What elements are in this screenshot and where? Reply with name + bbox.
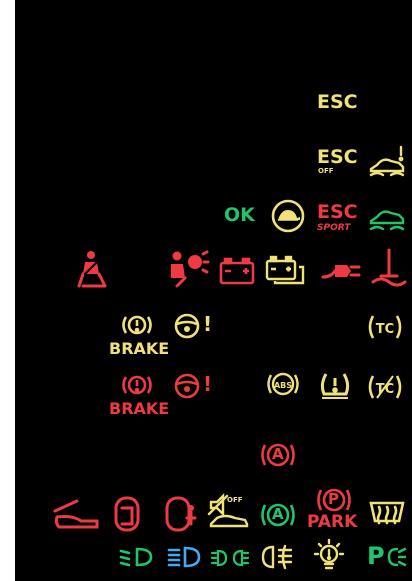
- steering-wheel-icon-yellow: [173, 311, 203, 341]
- svg-text:ABS: ABS: [274, 381, 292, 390]
- auto-hold-label-red: A: [272, 445, 284, 463]
- brake-circle-icon-red: [122, 372, 152, 398]
- high-beam-icon: [167, 545, 201, 569]
- warning-lights-panel: ESC ESC OFF OK ESC SPORT BRAKE ! TC BRAK…: [15, 0, 412, 581]
- hood-open-icon: [53, 497, 101, 531]
- parking-light-p-label: P: [367, 542, 385, 570]
- turtle-icon: [269, 198, 307, 234]
- start-stop-off-label: OFF: [227, 496, 243, 504]
- traction-control-off-icon: TC: [367, 372, 403, 402]
- brake-label-yellow: BRAKE: [109, 339, 170, 358]
- esc-label: ESC: [317, 91, 358, 113]
- esc-sport-label: ESC: [317, 201, 358, 223]
- park-brake-p-label: P: [328, 490, 339, 508]
- battery-icon: [219, 257, 255, 285]
- parking-light-icon: [383, 545, 407, 569]
- airbag-icon: [167, 250, 210, 288]
- esc-sport-sublabel: SPORT: [317, 223, 351, 233]
- park-label: PARK: [307, 512, 358, 532]
- rear-defrost-icon: [367, 497, 407, 527]
- brake-label-red: BRAKE: [109, 399, 170, 418]
- battery-pack-icon: [265, 255, 307, 287]
- door-person-icon: [165, 494, 199, 534]
- car-skid-icon: [367, 203, 409, 235]
- esc-off-label: ESC: [317, 146, 358, 168]
- fog-light-icon: [261, 544, 295, 570]
- auto-hold-label-green: A: [272, 505, 284, 523]
- steering-wheel-icon-red: [173, 371, 203, 401]
- tire-pressure-icon: [318, 370, 352, 400]
- seatbelt-icon: [75, 250, 109, 288]
- traction-control-icon-yellow: TC: [367, 312, 403, 342]
- ok-label: OK: [224, 204, 255, 226]
- door-open-icon: [112, 494, 142, 534]
- svg-text:TC: TC: [376, 322, 394, 337]
- oil-level-icon: [369, 248, 409, 288]
- brake-circle-icon-yellow: [122, 312, 152, 338]
- steering-exclamation-red: !: [203, 372, 213, 396]
- steering-exclamation-yellow: !: [203, 312, 213, 336]
- low-beam-icon: [119, 545, 153, 569]
- car-skid-exclamation-icon: [367, 143, 409, 179]
- charging-plug-icon: [321, 255, 361, 287]
- abs-icon: ABS: [266, 370, 300, 398]
- bulb-failure-icon: [311, 538, 347, 574]
- esc-off-sublabel: OFF: [318, 167, 334, 175]
- sidelights-icon: [210, 547, 250, 569]
